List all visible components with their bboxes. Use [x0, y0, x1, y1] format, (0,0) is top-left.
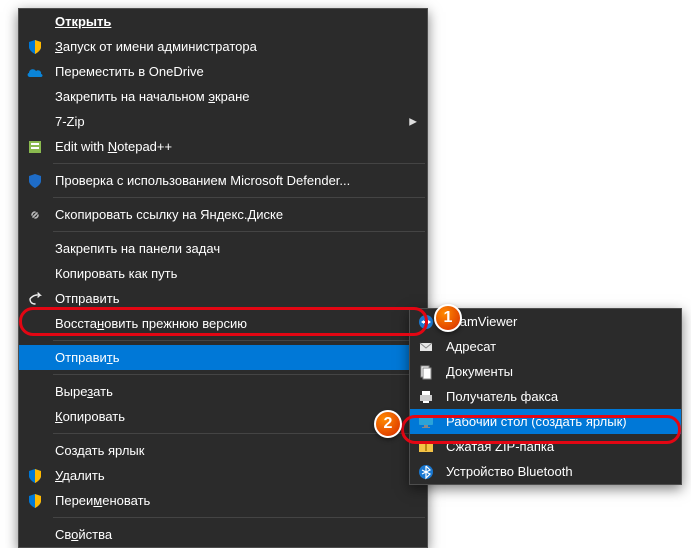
menu-label: Свойства	[55, 527, 112, 542]
separator	[53, 374, 425, 375]
menu-item-send-to[interactable]: Отправить ▶	[19, 345, 427, 370]
menu-item-7zip[interactable]: 7-Zip ▶	[19, 109, 427, 134]
menu-item-open[interactable]: Открыть	[19, 9, 427, 34]
menu-label: Восстановить прежнюю версию	[55, 316, 247, 331]
submenu-item-bluetooth[interactable]: Устройство Bluetooth	[410, 459, 681, 484]
menu-label: Проверка с использованием Microsoft Defe…	[55, 173, 350, 188]
menu-item-copy-as-path[interactable]: Копировать как путь	[19, 261, 427, 286]
bluetooth-icon	[416, 462, 436, 482]
blank-icon	[25, 264, 45, 284]
menu-item-rename[interactable]: Переименовать	[19, 488, 427, 513]
menu-label: Копировать	[55, 409, 125, 424]
shield-delete-icon	[25, 466, 45, 486]
onedrive-icon	[25, 62, 45, 82]
submenu-item-recipient[interactable]: Адресат	[410, 334, 681, 359]
blank-icon	[25, 382, 45, 402]
menu-label: Переместить в OneDrive	[55, 64, 204, 79]
mail-icon	[416, 337, 436, 357]
menu-label: Документы	[446, 364, 513, 379]
notepadpp-icon	[25, 137, 45, 157]
menu-item-pin-taskbar[interactable]: Закрепить на панели задач	[19, 236, 427, 261]
context-menu-main: Открыть Запуск от имени администратора П…	[18, 8, 428, 548]
menu-item-defender[interactable]: Проверка с использованием Microsoft Defe…	[19, 168, 427, 193]
zip-icon	[416, 437, 436, 457]
separator	[53, 197, 425, 198]
menu-label: Запуск от имени администратора	[55, 39, 257, 54]
submenu-item-zip[interactable]: Сжатая ZIP-папка	[410, 434, 681, 459]
menu-item-pin-start[interactable]: Закрепить на начальном экране	[19, 84, 427, 109]
separator	[53, 163, 425, 164]
share-icon	[25, 289, 45, 309]
shield-icon	[25, 37, 45, 57]
menu-item-restore[interactable]: Восстановить прежнюю версию	[19, 311, 427, 336]
separator	[53, 231, 425, 232]
menu-label: Адресат	[446, 339, 496, 354]
fax-icon	[416, 387, 436, 407]
menu-label: Рабочий стол (создать ярлык)	[446, 414, 627, 429]
menu-item-copy[interactable]: Копировать	[19, 404, 427, 429]
blank-icon	[25, 12, 45, 32]
separator	[53, 340, 425, 341]
menu-label: Скопировать ссылку на Яндекс.Диске	[55, 207, 283, 222]
documents-icon	[416, 362, 436, 382]
blank-icon	[25, 407, 45, 427]
desktop-icon	[416, 412, 436, 432]
defender-icon	[25, 171, 45, 191]
chevron-right-icon: ▶	[409, 116, 417, 127]
menu-label: Переименовать	[55, 493, 150, 508]
menu-item-properties[interactable]: Свойства	[19, 522, 427, 547]
menu-label: TeamViewer	[446, 314, 517, 329]
submenu-item-desktop[interactable]: Рабочий стол (создать ярлык)	[410, 409, 681, 434]
menu-item-create-shortcut[interactable]: Создать ярлык	[19, 438, 427, 463]
menu-label: 7-Zip	[55, 114, 85, 129]
blank-icon	[25, 112, 45, 132]
menu-label: Edit with Notepad++	[55, 139, 172, 154]
separator	[53, 517, 425, 518]
blank-icon	[25, 348, 45, 368]
menu-label: Копировать как путь	[55, 266, 177, 281]
blank-icon	[25, 314, 45, 334]
menu-label: Открыть	[55, 14, 111, 29]
context-menu-sendto: TeamViewer Адресат Документы Получатель …	[409, 308, 682, 485]
menu-item-delete[interactable]: Удалить	[19, 463, 427, 488]
link-icon	[25, 205, 45, 225]
menu-label: Закрепить на начальном экране	[55, 89, 250, 104]
submenu-item-documents[interactable]: Документы	[410, 359, 681, 384]
menu-item-share[interactable]: Отправить	[19, 286, 427, 311]
menu-label: Отправить	[55, 350, 119, 365]
submenu-item-teamviewer[interactable]: TeamViewer	[410, 309, 681, 334]
menu-label: Вырезать	[55, 384, 113, 399]
menu-label: Отправить	[55, 291, 119, 306]
menu-label: Устройство Bluetooth	[446, 464, 573, 479]
menu-item-notepadpp[interactable]: Edit with Notepad++	[19, 134, 427, 159]
teamviewer-icon	[416, 312, 436, 332]
menu-label: Создать ярлык	[55, 443, 144, 458]
menu-label: Получатель факса	[446, 389, 558, 404]
menu-label: Удалить	[55, 468, 105, 483]
menu-label: Закрепить на панели задач	[55, 241, 220, 256]
shield-rename-icon	[25, 491, 45, 511]
blank-icon	[25, 239, 45, 259]
blank-icon	[25, 441, 45, 461]
menu-item-run-as-admin[interactable]: Запуск от имени администратора	[19, 34, 427, 59]
menu-item-yandex[interactable]: Скопировать ссылку на Яндекс.Диске	[19, 202, 427, 227]
blank-icon	[25, 525, 45, 545]
menu-label: Сжатая ZIP-папка	[446, 439, 554, 454]
menu-item-cut[interactable]: Вырезать	[19, 379, 427, 404]
blank-icon	[25, 87, 45, 107]
menu-item-move-onedrive[interactable]: Переместить в OneDrive	[19, 59, 427, 84]
submenu-item-fax[interactable]: Получатель факса	[410, 384, 681, 409]
separator	[53, 433, 425, 434]
